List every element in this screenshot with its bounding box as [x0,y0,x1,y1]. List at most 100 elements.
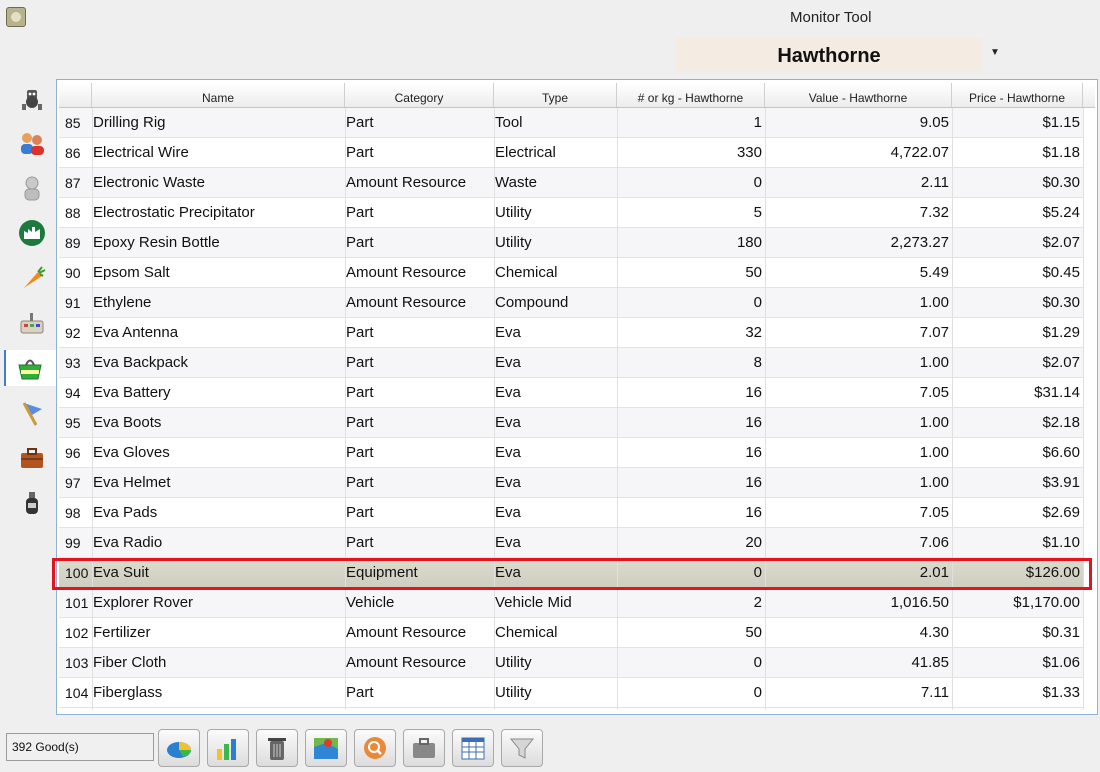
table-row[interactable]: 99 Eva Radio Part Eva 20 7.06 $1.10 [59,528,1083,558]
table-row[interactable]: 98 Eva Pads Part Eva 16 7.05 $2.69 [59,498,1083,528]
item-value: 2,273.27 [890,234,949,251]
tab-crew[interactable] [10,170,52,206]
item-name: Eva Helmet [93,474,171,491]
tab-bots[interactable] [10,80,52,116]
chevron-down-icon[interactable]: ▼ [988,46,1002,60]
item-price: $0.30 [1042,294,1080,311]
item-name: Electrostatic Precipitator [93,204,255,221]
item-quantity: 8 [753,354,762,371]
item-type: Eva [495,324,521,341]
table-row[interactable]: 93 Eva Backpack Part Eva 8 1.00 $2.07 [59,348,1083,378]
pie-chart-button[interactable] [158,729,200,767]
item-quantity: 0 [753,684,762,701]
column-header-price[interactable]: Price - Hawthorne [952,83,1083,107]
tab-resources[interactable] [10,440,52,476]
item-category: Part [346,504,374,521]
tab-science[interactable] [10,305,52,341]
item-price: $1.18 [1042,144,1080,161]
item-category: Part [346,144,374,161]
row-number: 100 [65,565,89,581]
item-name: Eva Pads [93,504,158,521]
item-price: $1.15 [1042,114,1080,131]
table-row[interactable]: 96 Eva Gloves Part Eva 16 1.00 $6.60 [59,438,1083,468]
item-value: 7.05 [919,384,949,401]
item-name: Fiber Cloth [93,654,167,671]
row-number: 89 [65,235,81,251]
column-header-quantity[interactable]: # or kg - Hawthorne [617,83,765,107]
row-number: 85 [65,115,81,131]
tab-people[interactable] [10,125,52,161]
table-columns-icon [461,737,485,760]
row-number: 90 [65,265,81,281]
settlement-selector[interactable]: Hawthorne [676,38,982,72]
column-header-index[interactable] [59,83,92,107]
table-row[interactable]: 92 Eva Antenna Part Eva 32 7.07 $1.29 [59,318,1083,348]
map-button[interactable] [305,729,347,767]
item-price: $1.10 [1042,534,1080,551]
table-row[interactable]: 86 Electrical Wire Part Electrical 330 4,722.… [59,138,1083,168]
item-value: 1.00 [919,414,949,431]
item-quantity: 330 [736,144,762,161]
table-row-selected[interactable]: 100 Eva Suit Equipment Eva 0 2.01 $126.00 [59,558,1083,588]
table-row[interactable]: 104 Fiberglass Part Utility 0 7.11 $1.33 [59,678,1083,708]
item-quantity: 1 [753,114,762,131]
item-value: 4,722.07 [890,144,949,161]
briefcase-icon [21,448,43,468]
table-row[interactable]: 88 Electrostatic Precipitator Part Utility 5… [59,198,1083,228]
tab-market[interactable] [4,350,56,386]
filter-button[interactable] [501,729,543,767]
sidebar [0,78,56,528]
columns-button[interactable] [452,729,494,767]
item-quantity: 16 [745,474,762,491]
column-divider [345,108,346,710]
tab-events[interactable] [10,485,52,521]
column-header-category[interactable]: Category [345,83,494,107]
tab-missions[interactable] [10,395,52,431]
briefcase-button[interactable] [403,729,445,767]
item-type: Eva [495,414,521,431]
item-quantity: 2 [753,594,762,611]
filter-funnel-icon [509,738,535,759]
item-category: Part [346,234,374,251]
item-type: Chemical [495,264,558,281]
row-number: 101 [65,595,89,611]
goods-table[interactable]: Name Category Type # or kg - Hawthorne V… [56,79,1098,715]
item-name: Eva Radio [93,534,163,551]
table-row[interactable]: 91 Ethylene Amount Resource Compound 0 1.00 $0… [59,288,1083,318]
item-category: Amount Resource [346,294,467,311]
item-price: $1.06 [1042,654,1080,671]
table-row[interactable]: 103 Fiber Cloth Amount Resource Utility 0 41.… [59,648,1083,678]
row-number: 92 [65,325,81,341]
column-header-type[interactable]: Type [494,83,617,107]
column-header-name[interactable]: Name [92,83,345,107]
search-button[interactable] [354,729,396,767]
astronaut-icon [24,176,40,201]
app-icon [6,7,26,27]
item-price: $2.07 [1042,234,1080,251]
map-icon [314,738,338,759]
item-quantity: 0 [753,294,762,311]
tab-food[interactable] [10,260,52,296]
table-row[interactable]: 85 Drilling Rig Part Tool 1 9.05 $1.15 [59,108,1083,138]
table-row[interactable]: 97 Eva Helmet Part Eva 16 1.00 $3.91 [59,468,1083,498]
column-header-value[interactable]: Value - Hawthorne [765,83,952,107]
item-quantity: 32 [745,324,762,341]
item-quantity: 16 [745,384,762,401]
table-row[interactable]: 94 Eva Battery Part Eva 16 7.05 $31.14 [59,378,1083,408]
item-name: Drilling Rig [93,114,166,131]
table-row[interactable]: 90 Epsom Salt Amount Resource Chemical 50 5.4… [59,258,1083,288]
item-value: 7.11 [920,684,949,701]
bar-chart-button[interactable] [207,729,249,767]
item-type: Eva [495,564,521,581]
table-row[interactable]: 101 Explorer Rover Vehicle Vehicle Mid 2 1,01… [59,588,1083,618]
delete-button[interactable] [256,729,298,767]
table-row[interactable]: 95 Eva Boots Part Eva 16 1.00 $2.18 [59,408,1083,438]
tab-buildings[interactable] [10,215,52,251]
item-quantity: 0 [753,174,762,191]
table-row[interactable]: 87 Electronic Waste Amount Resource Waste 0 2… [59,168,1083,198]
column-divider [92,108,93,710]
people-icon [21,133,44,155]
table-row[interactable]: 102 Fertilizer Amount Resource Chemical 50 4.… [59,618,1083,648]
table-row[interactable]: 89 Epoxy Resin Bottle Part Utility 180 2,273.… [59,228,1083,258]
item-name: Fertilizer [93,624,151,641]
